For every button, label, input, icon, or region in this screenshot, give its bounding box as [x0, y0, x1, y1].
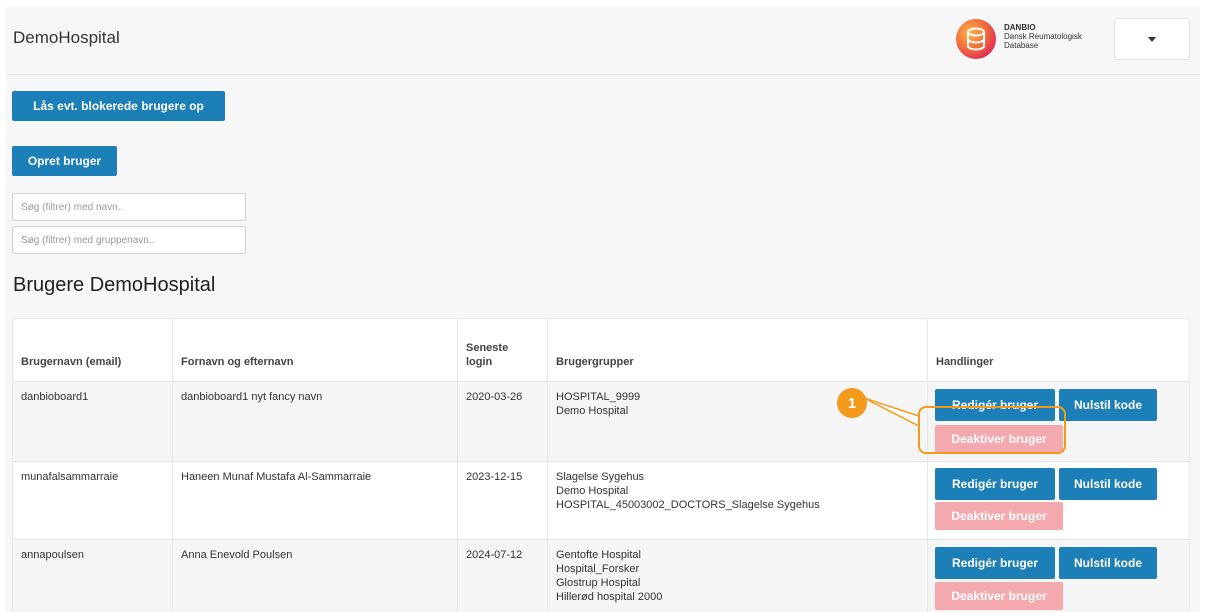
page: DemoHospital DANBIO Dansk Reumatologisk …: [6, 6, 1200, 612]
callout-pointer: [863, 397, 920, 428]
callout-number-badge: 1: [837, 388, 867, 418]
callout-highlight-frame: [918, 406, 1066, 454]
